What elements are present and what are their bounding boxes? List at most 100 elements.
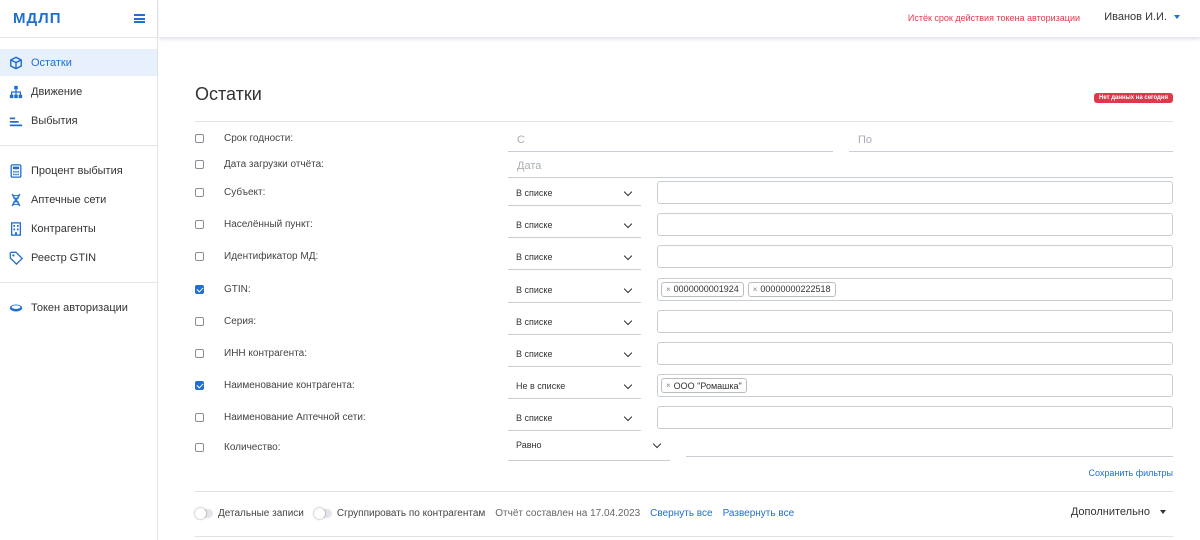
filter-label: Идентификатор МД: — [224, 251, 319, 263]
filter-checkbox[interactable] — [195, 413, 204, 423]
menu-group: Остатки Движение Выбытия — [0, 38, 157, 146]
filter-label: Серия: — [224, 315, 257, 327]
operator-select[interactable]: В списке — [508, 342, 641, 367]
operator-value: В списке — [516, 316, 553, 327]
chevron-down-icon — [623, 252, 633, 261]
operator-value: В списке — [516, 413, 553, 424]
sidebar-item[interactable]: Реестр GTIN — [0, 244, 157, 271]
divider — [195, 491, 1173, 492]
filter-checkbox[interactable] — [195, 134, 204, 143]
operator-select[interactable]: В списке — [508, 278, 641, 303]
chevron-down-icon — [623, 316, 633, 326]
expiry-from-input[interactable] — [508, 128, 833, 152]
sidebar-item[interactable]: Аптечные сети — [0, 186, 157, 213]
tag-input[interactable] — [657, 406, 1173, 430]
remove-tag-icon[interactable]: × — [666, 285, 671, 294]
sidebar-item[interactable]: Движение — [0, 78, 157, 105]
sidebar-item[interactable]: Выбытия — [0, 107, 157, 134]
operator-value: В списке — [516, 284, 553, 295]
toggle-label: Детальные записи — [218, 507, 304, 519]
remove-tag-icon[interactable]: × — [666, 381, 671, 390]
filter-checkbox[interactable] — [195, 443, 204, 452]
tag-input[interactable] — [657, 309, 1173, 333]
group-by-contractor-toggle[interactable] — [313, 507, 332, 519]
sidebar-item-label: Аптечные сети — [31, 193, 107, 206]
token-icon — [9, 301, 23, 315]
tag-text: ООО "Ромашка" — [673, 380, 742, 391]
filter-row-expiry: Срок годности: — [195, 126, 1173, 152]
sidebar-item-label: Движение — [31, 85, 83, 98]
tag-input[interactable] — [657, 213, 1173, 237]
chevron-down-icon — [623, 187, 633, 197]
quantity-operator-select[interactable]: Равно — [508, 436, 670, 461]
filter-checkbox[interactable] — [195, 381, 204, 391]
filter-checkbox[interactable] — [195, 220, 204, 230]
tag-input[interactable] — [657, 342, 1173, 365]
operator-select[interactable]: В списке — [508, 406, 641, 432]
tag-input[interactable] — [657, 181, 1173, 204]
menu-group: Процент выбытия Аптечные сети Контрагенты Р… — [0, 146, 157, 283]
more-dropdown[interactable]: Дополнительно — [1071, 506, 1166, 518]
upload-date-input[interactable] — [508, 154, 1173, 178]
remove-tag-icon[interactable]: × — [753, 285, 758, 294]
box-icon — [9, 56, 23, 70]
filter-row: Серия: В списке — [195, 309, 1173, 335]
filter-label: Количество: — [224, 442, 281, 453]
filter-row: Субъект: В списке — [195, 180, 1173, 206]
toggle-label: Сгруппировать по контрагентам — [336, 507, 486, 519]
tag-input[interactable]: × ООО "Ромашка" — [657, 374, 1173, 398]
filter-checkbox[interactable] — [195, 349, 204, 358]
expiry-to-input[interactable] — [849, 128, 1173, 152]
filter-label: Дата загрузки отчёта: — [224, 159, 324, 170]
sidebar-item-label: Процент выбытия — [31, 164, 123, 177]
tag-text: 0000000001924 — [673, 284, 739, 295]
operator-select[interactable]: В списке — [508, 310, 641, 335]
sidebar-item[interactable]: Контрагенты — [0, 215, 157, 242]
filter-checkbox[interactable] — [195, 252, 204, 262]
bars-icon — [9, 114, 23, 128]
tag-input[interactable]: × 0000000001924 × 00000000222518 — [657, 277, 1173, 301]
calculator-icon — [9, 163, 23, 178]
top-bar: Истёк срок действия токена авторизации И… — [159, 0, 1200, 38]
user-name: Иванов И.И. — [1104, 11, 1167, 23]
chevron-down-icon — [623, 284, 633, 293]
tag-chip: × 0000000001924 — [661, 281, 744, 297]
bottom-toolbar: Детальные записи Сгруппировать по контра… — [195, 505, 1173, 521]
filter-label: Наименование Аптечной сети: — [224, 412, 366, 424]
operator-value: Равно — [516, 440, 542, 450]
sidebar-item[interactable]: Остатки — [0, 49, 157, 76]
filter-row: ИНН контрагента: В списке — [195, 341, 1173, 367]
filter-row-quantity: Количество: Равно — [195, 435, 1173, 461]
sidebar-menu: Остатки Движение Выбытия Процент выбытия Апт… — [0, 38, 157, 332]
menu-toggle-icon[interactable] — [134, 14, 145, 23]
app-logo[interactable]: МДЛП — [13, 10, 62, 27]
operator-select[interactable]: В списке — [508, 245, 641, 271]
collapse-all-link[interactable]: Свернуть все — [650, 508, 712, 519]
operator-select[interactable]: В списке — [508, 213, 641, 239]
tag-input[interactable] — [657, 245, 1173, 269]
token-warning[interactable]: Истёк срок действия токена авторизации — [908, 13, 1080, 23]
filter-label: ИНН контрагента: — [224, 348, 308, 359]
operator-value: В списке — [516, 188, 553, 198]
filter-checkbox[interactable] — [195, 316, 204, 326]
filter-checkbox[interactable] — [195, 160, 204, 169]
filter-label: Наименование контрагента: — [224, 380, 355, 392]
caret-down-icon — [1174, 15, 1180, 19]
filter-checkbox[interactable] — [195, 284, 204, 294]
tag-chip: × ООО "Ромашка" — [661, 378, 747, 394]
sidebar-item[interactable]: Процент выбытия — [0, 157, 157, 184]
quantity-input[interactable] — [686, 456, 1173, 457]
sidebar-item-label: Выбытия — [31, 114, 78, 127]
divider — [195, 121, 1173, 122]
filter-checkbox[interactable] — [195, 188, 204, 197]
user-menu[interactable]: Иванов И.И. — [1104, 11, 1180, 23]
operator-value: В списке — [516, 349, 553, 359]
expand-all-link[interactable]: Развернуть все — [723, 508, 795, 519]
detail-records-toggle[interactable] — [195, 507, 213, 519]
save-filters-link[interactable]: Сохранить фильтры — [1089, 468, 1174, 478]
sidebar-item[interactable]: Токен авторизации — [0, 294, 157, 321]
caret-down-icon — [1160, 510, 1166, 514]
filter-row: Населённый пункт: В списке — [195, 212, 1173, 239]
operator-select[interactable]: Не в списке — [508, 374, 641, 400]
operator-select[interactable]: В списке — [508, 181, 641, 206]
